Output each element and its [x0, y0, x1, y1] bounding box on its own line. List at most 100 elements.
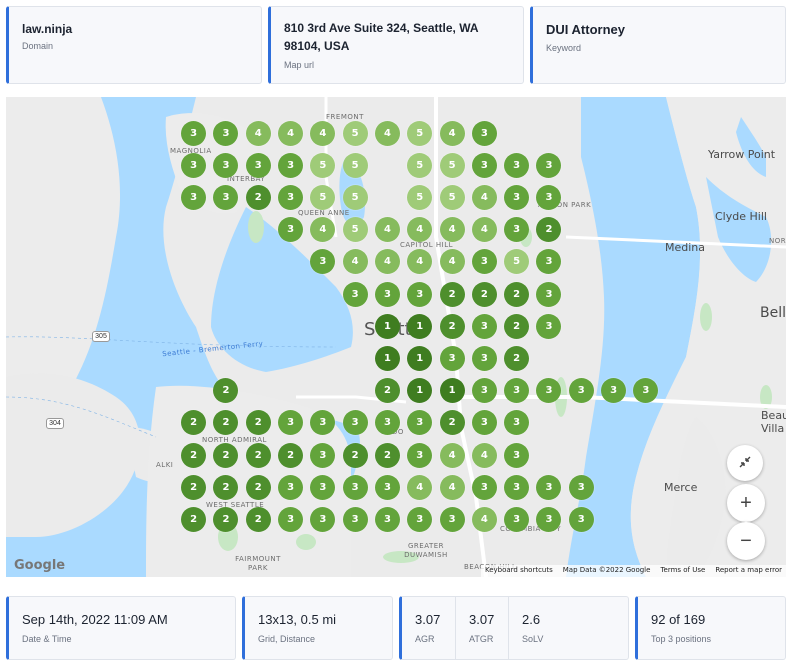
rank-pin[interactable]: 2 — [181, 506, 207, 532]
rank-pin[interactable]: 2 — [439, 281, 465, 307]
rank-pin[interactable]: 3 — [568, 506, 594, 532]
rank-pin[interactable]: 3 — [471, 410, 497, 436]
rank-pin[interactable]: 5 — [407, 120, 433, 146]
rank-pin[interactable]: 2 — [504, 281, 530, 307]
rank-pin[interactable]: 5 — [342, 184, 368, 210]
rank-pin[interactable]: 3 — [536, 313, 562, 339]
rank-pin[interactable]: 5 — [342, 120, 368, 146]
rank-pin[interactable]: 3 — [278, 474, 304, 500]
rank-pin[interactable]: 2 — [439, 313, 465, 339]
rank-pin[interactable]: 2 — [439, 410, 465, 436]
rank-pin[interactable]: 4 — [471, 184, 497, 210]
rank-pin[interactable]: 3 — [245, 152, 271, 178]
rank-pin[interactable]: 3 — [213, 120, 239, 146]
rank-pin[interactable]: 5 — [439, 184, 465, 210]
rank-pin[interactable]: 3 — [471, 345, 497, 371]
rank-pin[interactable]: 4 — [278, 120, 304, 146]
rank-pin[interactable]: 2 — [245, 410, 271, 436]
zoom-out-button[interactable]: − — [727, 522, 765, 560]
rank-pin[interactable]: 3 — [278, 217, 304, 243]
rank-pin[interactable]: 4 — [245, 120, 271, 146]
rank-pin[interactable]: 4 — [471, 506, 497, 532]
rank-pin[interactable]: 4 — [374, 120, 400, 146]
rank-pin[interactable]: 2 — [471, 281, 497, 307]
report-error-link[interactable]: Report a map error — [715, 566, 782, 576]
rank-pin[interactable]: 4 — [439, 120, 465, 146]
rank-pin[interactable]: 5 — [407, 152, 433, 178]
rank-pin[interactable]: 3 — [278, 506, 304, 532]
rank-pin[interactable]: 2 — [245, 474, 271, 500]
rank-pin[interactable]: 3 — [504, 152, 530, 178]
rank-pin[interactable]: 4 — [374, 217, 400, 243]
rank-pin[interactable]: 4 — [471, 442, 497, 468]
rank-pin[interactable]: 4 — [471, 217, 497, 243]
rank-pin[interactable]: 3 — [342, 474, 368, 500]
rank-pin[interactable]: 3 — [536, 281, 562, 307]
rank-pin[interactable]: 1 — [439, 378, 465, 404]
rank-pin[interactable]: 4 — [310, 120, 336, 146]
rank-pin[interactable]: 2 — [245, 184, 271, 210]
rank-pin[interactable]: 2 — [278, 442, 304, 468]
terms-link[interactable]: Terms of Use — [660, 566, 705, 576]
rank-pin[interactable]: 2 — [504, 313, 530, 339]
rank-pin[interactable]: 3 — [278, 152, 304, 178]
rank-pin[interactable]: 1 — [374, 345, 400, 371]
rank-pin[interactable]: 2 — [374, 442, 400, 468]
rank-pin[interactable]: 3 — [407, 506, 433, 532]
rank-pin[interactable]: 2 — [245, 506, 271, 532]
rank-pin[interactable]: 3 — [342, 506, 368, 532]
rank-pin[interactable]: 3 — [181, 184, 207, 210]
rank-pin[interactable]: 5 — [342, 217, 368, 243]
rank-pin[interactable]: 3 — [407, 281, 433, 307]
rank-pin[interactable]: 3 — [471, 474, 497, 500]
rank-pin[interactable]: 3 — [601, 378, 627, 404]
rank-pin[interactable]: 3 — [278, 184, 304, 210]
rank-pin[interactable]: 2 — [374, 378, 400, 404]
rank-pin[interactable]: 5 — [310, 152, 336, 178]
rank-pin[interactable]: 3 — [471, 378, 497, 404]
rank-pin[interactable]: 3 — [439, 506, 465, 532]
rank-pin[interactable]: 3 — [181, 152, 207, 178]
map-view[interactable]: FREMONT MAGNOLIA INTERBAY QUEEN ANNE CAP… — [6, 97, 786, 577]
rank-pin[interactable]: 3 — [471, 152, 497, 178]
rank-pin[interactable]: 3 — [310, 442, 336, 468]
rank-pin[interactable]: 1 — [407, 313, 433, 339]
rank-pin[interactable]: 3 — [504, 184, 530, 210]
rank-pin[interactable]: 3 — [536, 474, 562, 500]
rank-pin[interactable]: 4 — [439, 442, 465, 468]
keyboard-shortcuts-link[interactable]: Keyboard shortcuts — [485, 566, 553, 576]
rank-pin[interactable]: 4 — [342, 249, 368, 275]
rank-pin[interactable]: 3 — [471, 249, 497, 275]
rank-pin[interactable]: 2 — [342, 442, 368, 468]
rank-pin[interactable]: 2 — [213, 442, 239, 468]
rank-pin[interactable]: 2 — [504, 345, 530, 371]
rank-pin[interactable]: 3 — [471, 120, 497, 146]
rank-pin[interactable]: 5 — [439, 152, 465, 178]
rank-pin[interactable]: 3 — [439, 345, 465, 371]
rank-pin[interactable]: 3 — [568, 474, 594, 500]
rank-pin[interactable]: 5 — [407, 184, 433, 210]
rank-pin[interactable]: 3 — [310, 474, 336, 500]
collapse-map-button[interactable] — [727, 445, 763, 481]
rank-pin[interactable]: 4 — [439, 217, 465, 243]
rank-pin[interactable]: 3 — [504, 474, 530, 500]
rank-pin[interactable]: 1 — [374, 313, 400, 339]
rank-pin[interactable]: 2 — [245, 442, 271, 468]
rank-pin[interactable]: 3 — [407, 442, 433, 468]
rank-pin[interactable]: 3 — [504, 442, 530, 468]
rank-pin[interactable]: 2 — [181, 442, 207, 468]
rank-pin[interactable]: 3 — [342, 281, 368, 307]
rank-pin[interactable]: 2 — [181, 474, 207, 500]
rank-pin[interactable]: 3 — [181, 120, 207, 146]
rank-pin[interactable]: 3 — [342, 410, 368, 436]
rank-pin[interactable]: 3 — [536, 152, 562, 178]
rank-pin[interactable]: 3 — [374, 281, 400, 307]
rank-pin[interactable]: 3 — [504, 506, 530, 532]
rank-pin[interactable]: 4 — [439, 474, 465, 500]
rank-pin[interactable]: 3 — [471, 313, 497, 339]
rank-pin[interactable]: 3 — [568, 378, 594, 404]
rank-pin[interactable]: 3 — [374, 474, 400, 500]
rank-pin[interactable]: 3 — [374, 506, 400, 532]
rank-pin[interactable]: 4 — [407, 474, 433, 500]
rank-pin[interactable]: 1 — [407, 345, 433, 371]
